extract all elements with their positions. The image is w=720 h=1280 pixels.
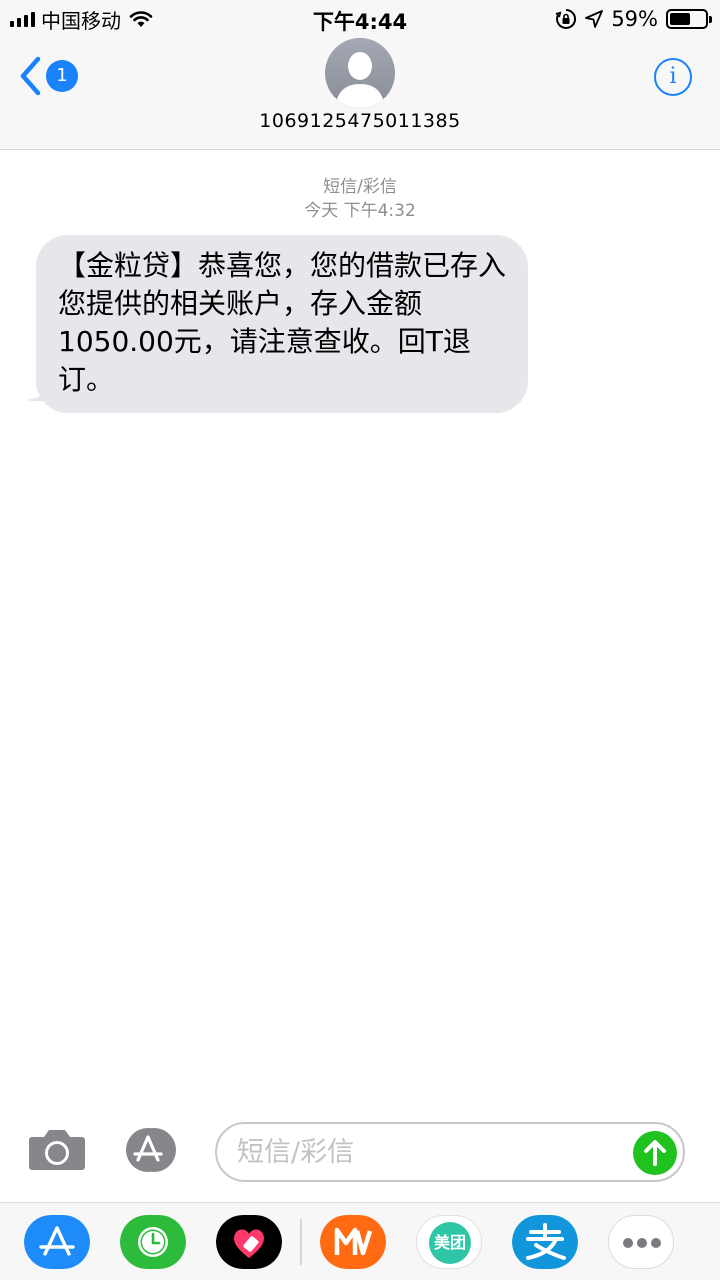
drawer-divider [300,1219,302,1265]
unread-badge: 1 [46,60,78,92]
message-type-label: 短信/彩信 [323,177,397,197]
heart-sticker-icon[interactable] [216,1215,282,1269]
signal-strength-icon [10,11,35,27]
status-bar: 中国移动 下午4:44 59% [0,0,720,38]
info-icon: i [669,64,677,89]
battery-icon [666,9,712,29]
camera-icon[interactable] [28,1127,86,1171]
app-store-icon[interactable] [24,1215,90,1269]
orientation-lock-icon [556,8,577,29]
wifi-icon [129,11,153,27]
more-icon[interactable] [608,1215,674,1269]
message-input[interactable] [237,1132,627,1172]
chevron-left-icon [20,56,41,96]
status-left: 中国移动 [10,6,153,33]
carrier-name: 中国移动 [41,8,121,33]
arrow-up-icon [644,1140,666,1166]
clock-icon[interactable] [120,1215,186,1269]
person-silhouette-icon [335,52,385,108]
meituan-icon[interactable]: 美团 [416,1215,482,1269]
mango-tv-icon[interactable] [320,1215,386,1269]
back-button[interactable]: 1 [18,56,78,96]
battery-percent: 59% [611,7,658,31]
meituan-label: 美团 [433,1233,466,1252]
battery-fill [670,13,691,25]
conversation-header: 1 1069125475011385 i [0,38,720,150]
message-input-container[interactable] [215,1122,685,1182]
send-button[interactable] [633,1131,677,1175]
imessage-app-drawer: 美团 [0,1202,720,1280]
message-text: 【金粒贷】恭喜您，您的借款已存入您提供的相关账户，存入金额1050.00元，请注… [58,249,507,396]
alipay-icon[interactable] [512,1215,578,1269]
contact-number[interactable]: 1069125475011385 [0,110,720,132]
location-arrow-icon [585,10,604,28]
status-right: 59% [555,5,712,33]
message-timestamp: 今天 下午4:32 [304,201,416,221]
incoming-message-bubble[interactable]: 【金粒贷】恭喜您，您的借款已存入您提供的相关账户，存入金额1050.00元，请注… [36,235,528,413]
contact-avatar[interactable] [325,38,395,108]
app-store-button[interactable] [120,1126,180,1174]
info-button[interactable]: i [654,58,692,96]
